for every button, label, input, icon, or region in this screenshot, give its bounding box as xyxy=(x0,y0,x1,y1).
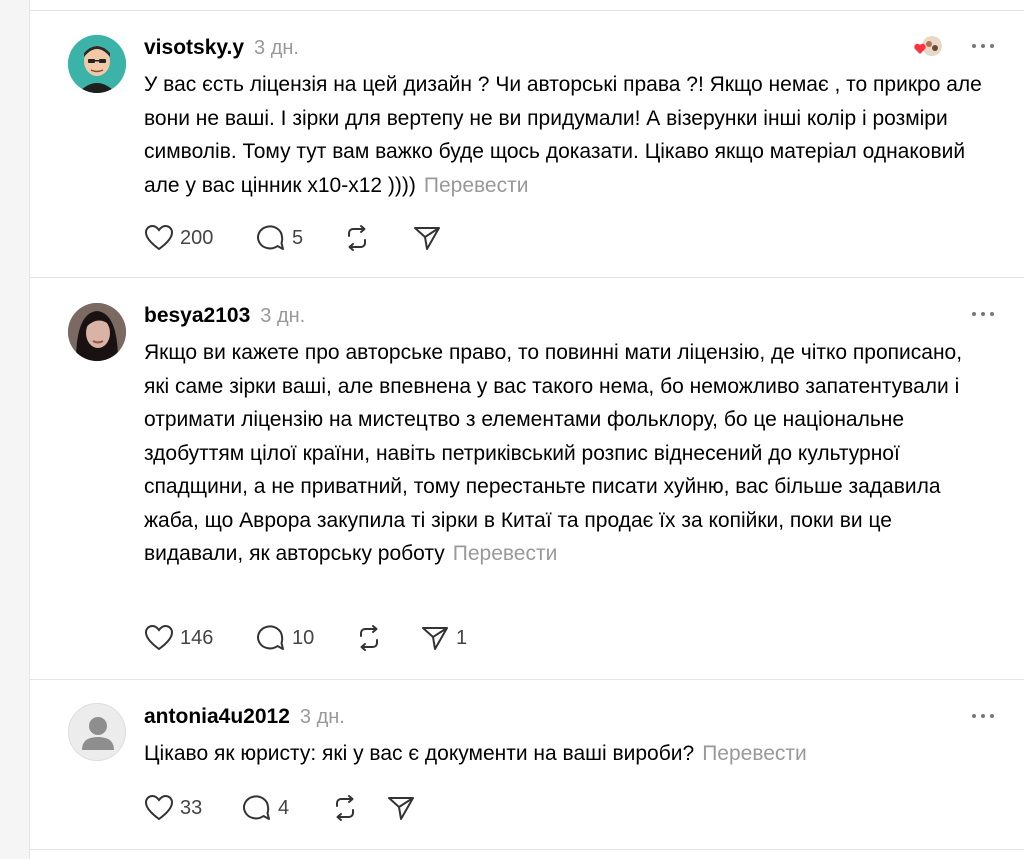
repost-button[interactable] xyxy=(354,624,420,652)
more-options-icon[interactable] xyxy=(972,312,994,318)
divider xyxy=(30,849,1024,850)
avatar[interactable] xyxy=(68,703,126,761)
username[interactable]: visotsky.y 3 дн. xyxy=(144,36,299,60)
reply-count: 5 xyxy=(292,226,304,249)
username-text[interactable]: visotsky.y xyxy=(144,36,244,59)
post-text-content: Якщо ви кажете про авторське право, то п… xyxy=(144,341,963,565)
comment-icon xyxy=(243,795,270,820)
comment-icon xyxy=(257,225,284,250)
post-actions: 146 10 1 xyxy=(144,624,467,652)
heart-icon xyxy=(144,224,174,251)
like-count: 200 xyxy=(180,226,214,249)
username-text[interactable]: antonia4u2012 xyxy=(144,705,290,728)
more-options-icon[interactable] xyxy=(972,714,994,720)
avatar[interactable] xyxy=(68,35,126,93)
divider xyxy=(30,679,1024,680)
reply-button[interactable]: 4 xyxy=(242,794,330,822)
send-icon xyxy=(388,797,414,820)
repost-button[interactable] xyxy=(342,224,412,252)
repost-icon xyxy=(336,795,354,821)
like-button[interactable]: 33 xyxy=(144,794,242,822)
like-count: 146 xyxy=(180,626,214,649)
send-icon xyxy=(414,227,440,250)
liked-by-author-badge xyxy=(912,34,942,58)
like-button[interactable]: 146 xyxy=(144,624,256,652)
post-text: Якщо ви кажете про авторське право, то п… xyxy=(144,336,984,571)
username-text[interactable]: besya2103 xyxy=(144,304,250,327)
post-actions: 33 4 xyxy=(144,794,422,822)
heart-icon xyxy=(144,624,174,651)
share-count: 1 xyxy=(456,626,468,649)
translate-link[interactable]: Перевести xyxy=(702,742,807,765)
heart-icon xyxy=(144,794,174,821)
divider xyxy=(30,10,1024,11)
translate-link[interactable]: Перевести xyxy=(424,174,529,197)
post-text: У вас єсть ліцензія на цей дизайн ? Чи а… xyxy=(144,68,984,202)
repost-icon xyxy=(360,625,378,651)
reply-count: 10 xyxy=(292,626,315,649)
username[interactable]: besya2103 3 дн. xyxy=(144,304,305,328)
comment-icon xyxy=(257,625,284,650)
timestamp: 3 дн. xyxy=(299,706,345,728)
post-text: Цікаво як юристу: які у вас є документи … xyxy=(144,737,984,771)
reply-button[interactable]: 10 xyxy=(256,624,354,652)
thread-feed: visotsky.y 3 дн. У вас єсть ліцензія на ц… xyxy=(30,0,1024,859)
more-options-icon[interactable] xyxy=(972,44,994,50)
left-gutter xyxy=(0,0,30,859)
share-button[interactable] xyxy=(386,794,422,822)
reply-count: 4 xyxy=(278,796,290,819)
post-text-content: У вас єсть ліцензія на цей дизайн ? Чи а… xyxy=(144,73,982,197)
repost-icon xyxy=(348,225,366,251)
avatar[interactable] xyxy=(68,303,126,361)
translate-link[interactable]: Перевести xyxy=(453,542,558,565)
post-actions: 200 5 xyxy=(144,224,448,252)
avatar-image xyxy=(68,303,126,361)
share-button[interactable]: 1 xyxy=(420,624,467,652)
send-icon xyxy=(422,627,448,650)
like-button[interactable]: 200 xyxy=(144,224,256,252)
timestamp: 3 дн. xyxy=(254,37,299,59)
post-text-content: Цікаво як юристу: які у вас є документи … xyxy=(144,742,695,765)
repost-button[interactable] xyxy=(330,794,386,822)
like-count: 33 xyxy=(180,796,203,819)
username[interactable]: antonia4u2012 3 дн. xyxy=(144,705,345,729)
reply-button[interactable]: 5 xyxy=(256,224,342,252)
divider xyxy=(30,277,1024,278)
timestamp: 3 дн. xyxy=(260,305,306,327)
share-button[interactable] xyxy=(412,224,448,252)
avatar-image xyxy=(68,35,126,93)
default-avatar-icon xyxy=(69,704,125,760)
